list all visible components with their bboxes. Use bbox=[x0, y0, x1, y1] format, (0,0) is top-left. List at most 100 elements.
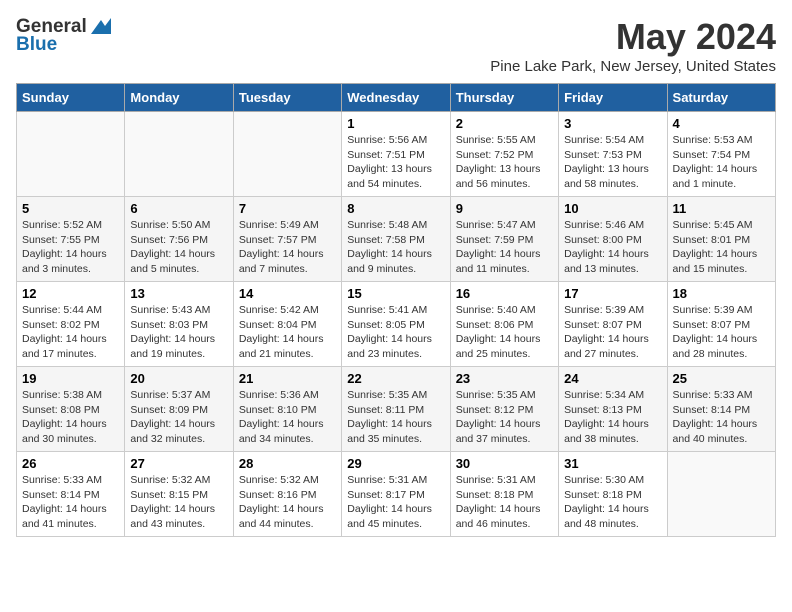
day-cell: 27 Sunrise: 5:32 AM Sunset: 8:15 PM Dayli… bbox=[125, 452, 233, 537]
day-info: Sunrise: 5:47 AM Sunset: 7:59 PM Dayligh… bbox=[456, 218, 553, 277]
day-cell: 2Sunrise: 5:55 AM Sunset: 7:52 PM Daylig… bbox=[450, 112, 558, 197]
location-title: Pine Lake Park, New Jersey, United State… bbox=[490, 58, 776, 75]
logo-blue: Blue bbox=[16, 34, 57, 56]
day-cell: 6Sunrise: 5:50 AM Sunset: 7:56 PM Daylig… bbox=[125, 197, 233, 282]
col-header-friday: Friday bbox=[559, 84, 667, 112]
day-cell bbox=[17, 112, 125, 197]
col-header-saturday: Saturday bbox=[667, 84, 775, 112]
day-cell: 11 Sunrise: 5:45 AM Sunset: 8:01 PM Dayli… bbox=[667, 197, 775, 282]
week-row-2: 5 Sunrise: 5:52 AM Sunset: 7:55 PM Daylig… bbox=[17, 197, 776, 282]
week-row-5: 26 Sunrise: 5:33 AM Sunset: 8:14 PM Dayli… bbox=[17, 452, 776, 537]
day-cell bbox=[125, 112, 233, 197]
day-cell: 14 Sunrise: 5:42 AM Sunset: 8:04 PM Dayli… bbox=[233, 282, 341, 367]
day-number: 3 bbox=[564, 116, 661, 131]
day-number: 9 bbox=[456, 201, 553, 216]
day-cell: 19 Sunrise: 5:38 AM Sunset: 8:08 PM Dayli… bbox=[17, 367, 125, 452]
day-info: Sunrise: 5:39 AM Sunset: 8:07 PM Dayligh… bbox=[673, 303, 770, 362]
title-area: May 2024 Pine Lake Park, New Jersey, Uni… bbox=[490, 16, 776, 75]
col-header-thursday: Thursday bbox=[450, 84, 558, 112]
day-info: Sunrise: 5:33 AM Sunset: 8:14 PM Dayligh… bbox=[22, 473, 119, 532]
day-cell: 21 Sunrise: 5:36 AM Sunset: 8:10 PM Dayli… bbox=[233, 367, 341, 452]
day-cell: 10 Sunrise: 5:46 AM Sunset: 8:00 PM Dayli… bbox=[559, 197, 667, 282]
day-cell: 7Sunrise: 5:49 AM Sunset: 7:57 PM Daylig… bbox=[233, 197, 341, 282]
day-number: 14 bbox=[239, 286, 336, 301]
day-info: Sunrise: 5:35 AM Sunset: 8:11 PM Dayligh… bbox=[347, 388, 444, 447]
day-number: 26 bbox=[22, 456, 119, 471]
day-number: 15 bbox=[347, 286, 444, 301]
day-number: 5 bbox=[22, 201, 119, 216]
day-cell: 1 Sunrise: 5:56 AM Sunset: 7:51 PM Daylig… bbox=[342, 112, 450, 197]
day-number: 29 bbox=[347, 456, 444, 471]
day-number: 27 bbox=[130, 456, 227, 471]
day-cell: 26 Sunrise: 5:33 AM Sunset: 8:14 PM Dayli… bbox=[17, 452, 125, 537]
day-info: Sunrise: 5:48 AM Sunset: 7:58 PM Dayligh… bbox=[347, 218, 444, 277]
day-cell: 17 Sunrise: 5:39 AM Sunset: 8:07 PM Dayli… bbox=[559, 282, 667, 367]
day-info: Sunrise: 5:32 AM Sunset: 8:16 PM Dayligh… bbox=[239, 473, 336, 532]
day-number: 13 bbox=[130, 286, 227, 301]
day-cell: 13 Sunrise: 5:43 AM Sunset: 8:03 PM Dayli… bbox=[125, 282, 233, 367]
day-info: Sunrise: 5:35 AM Sunset: 8:12 PM Dayligh… bbox=[456, 388, 553, 447]
day-cell bbox=[667, 452, 775, 537]
day-info: Sunrise: 5:30 AM Sunset: 8:18 PM Dayligh… bbox=[564, 473, 661, 532]
day-number: 20 bbox=[130, 371, 227, 386]
day-number: 28 bbox=[239, 456, 336, 471]
day-cell: 28 Sunrise: 5:32 AM Sunset: 8:16 PM Dayli… bbox=[233, 452, 341, 537]
day-info: Sunrise: 5:44 AM Sunset: 8:02 PM Dayligh… bbox=[22, 303, 119, 362]
day-info: Sunrise: 5:39 AM Sunset: 8:07 PM Dayligh… bbox=[564, 303, 661, 362]
day-cell: 16Sunrise: 5:40 AM Sunset: 8:06 PM Dayli… bbox=[450, 282, 558, 367]
day-info: Sunrise: 5:31 AM Sunset: 8:17 PM Dayligh… bbox=[347, 473, 444, 532]
day-info: Sunrise: 5:36 AM Sunset: 8:10 PM Dayligh… bbox=[239, 388, 336, 447]
day-number: 8 bbox=[347, 201, 444, 216]
day-cell: 9 Sunrise: 5:47 AM Sunset: 7:59 PM Daylig… bbox=[450, 197, 558, 282]
day-number: 22 bbox=[347, 371, 444, 386]
day-info: Sunrise: 5:54 AM Sunset: 7:53 PM Dayligh… bbox=[564, 133, 661, 192]
day-cell: 15 Sunrise: 5:41 AM Sunset: 8:05 PM Dayli… bbox=[342, 282, 450, 367]
header-row: SundayMondayTuesdayWednesdayThursdayFrid… bbox=[17, 84, 776, 112]
day-info: Sunrise: 5:42 AM Sunset: 8:04 PM Dayligh… bbox=[239, 303, 336, 362]
day-cell bbox=[233, 112, 341, 197]
week-row-3: 12 Sunrise: 5:44 AM Sunset: 8:02 PM Dayli… bbox=[17, 282, 776, 367]
day-info: Sunrise: 5:38 AM Sunset: 8:08 PM Dayligh… bbox=[22, 388, 119, 447]
day-info: Sunrise: 5:52 AM Sunset: 7:55 PM Dayligh… bbox=[22, 218, 119, 277]
day-number: 7 bbox=[239, 201, 336, 216]
day-number: 23 bbox=[456, 371, 553, 386]
day-cell: 22 Sunrise: 5:35 AM Sunset: 8:11 PM Dayli… bbox=[342, 367, 450, 452]
day-cell: 8 Sunrise: 5:48 AM Sunset: 7:58 PM Daylig… bbox=[342, 197, 450, 282]
day-info: Sunrise: 5:56 AM Sunset: 7:51 PM Dayligh… bbox=[347, 133, 444, 192]
day-number: 1 bbox=[347, 116, 444, 131]
day-info: Sunrise: 5:34 AM Sunset: 8:13 PM Dayligh… bbox=[564, 388, 661, 447]
day-number: 2 bbox=[456, 116, 553, 131]
day-info: Sunrise: 5:41 AM Sunset: 8:05 PM Dayligh… bbox=[347, 303, 444, 362]
day-number: 16 bbox=[456, 286, 553, 301]
day-number: 18 bbox=[673, 286, 770, 301]
day-info: Sunrise: 5:45 AM Sunset: 8:01 PM Dayligh… bbox=[673, 218, 770, 277]
day-cell: 20 Sunrise: 5:37 AM Sunset: 8:09 PM Dayli… bbox=[125, 367, 233, 452]
day-info: Sunrise: 5:37 AM Sunset: 8:09 PM Dayligh… bbox=[130, 388, 227, 447]
day-info: Sunrise: 5:43 AM Sunset: 8:03 PM Dayligh… bbox=[130, 303, 227, 362]
day-number: 19 bbox=[22, 371, 119, 386]
day-number: 10 bbox=[564, 201, 661, 216]
day-number: 11 bbox=[673, 201, 770, 216]
day-cell: 29 Sunrise: 5:31 AM Sunset: 8:17 PM Dayli… bbox=[342, 452, 450, 537]
day-number: 24 bbox=[564, 371, 661, 386]
day-number: 25 bbox=[673, 371, 770, 386]
day-number: 31 bbox=[564, 456, 661, 471]
week-row-1: 1 Sunrise: 5:56 AM Sunset: 7:51 PM Daylig… bbox=[17, 112, 776, 197]
col-header-sunday: Sunday bbox=[17, 84, 125, 112]
day-cell: 23 Sunrise: 5:35 AM Sunset: 8:12 PM Dayli… bbox=[450, 367, 558, 452]
logo: General Blue bbox=[16, 16, 111, 56]
day-info: Sunrise: 5:31 AM Sunset: 8:18 PM Dayligh… bbox=[456, 473, 553, 532]
day-number: 4 bbox=[673, 116, 770, 131]
day-cell: 4Sunrise: 5:53 AM Sunset: 7:54 PM Daylig… bbox=[667, 112, 775, 197]
day-cell: 25 Sunrise: 5:33 AM Sunset: 8:14 PM Dayli… bbox=[667, 367, 775, 452]
day-cell: 31 Sunrise: 5:30 AM Sunset: 8:18 PM Dayli… bbox=[559, 452, 667, 537]
week-row-4: 19 Sunrise: 5:38 AM Sunset: 8:08 PM Dayli… bbox=[17, 367, 776, 452]
day-info: Sunrise: 5:32 AM Sunset: 8:15 PM Dayligh… bbox=[130, 473, 227, 532]
day-number: 21 bbox=[239, 371, 336, 386]
day-number: 12 bbox=[22, 286, 119, 301]
col-header-tuesday: Tuesday bbox=[233, 84, 341, 112]
col-header-wednesday: Wednesday bbox=[342, 84, 450, 112]
day-number: 17 bbox=[564, 286, 661, 301]
day-info: Sunrise: 5:46 AM Sunset: 8:00 PM Dayligh… bbox=[564, 218, 661, 277]
day-info: Sunrise: 5:33 AM Sunset: 8:14 PM Dayligh… bbox=[673, 388, 770, 447]
